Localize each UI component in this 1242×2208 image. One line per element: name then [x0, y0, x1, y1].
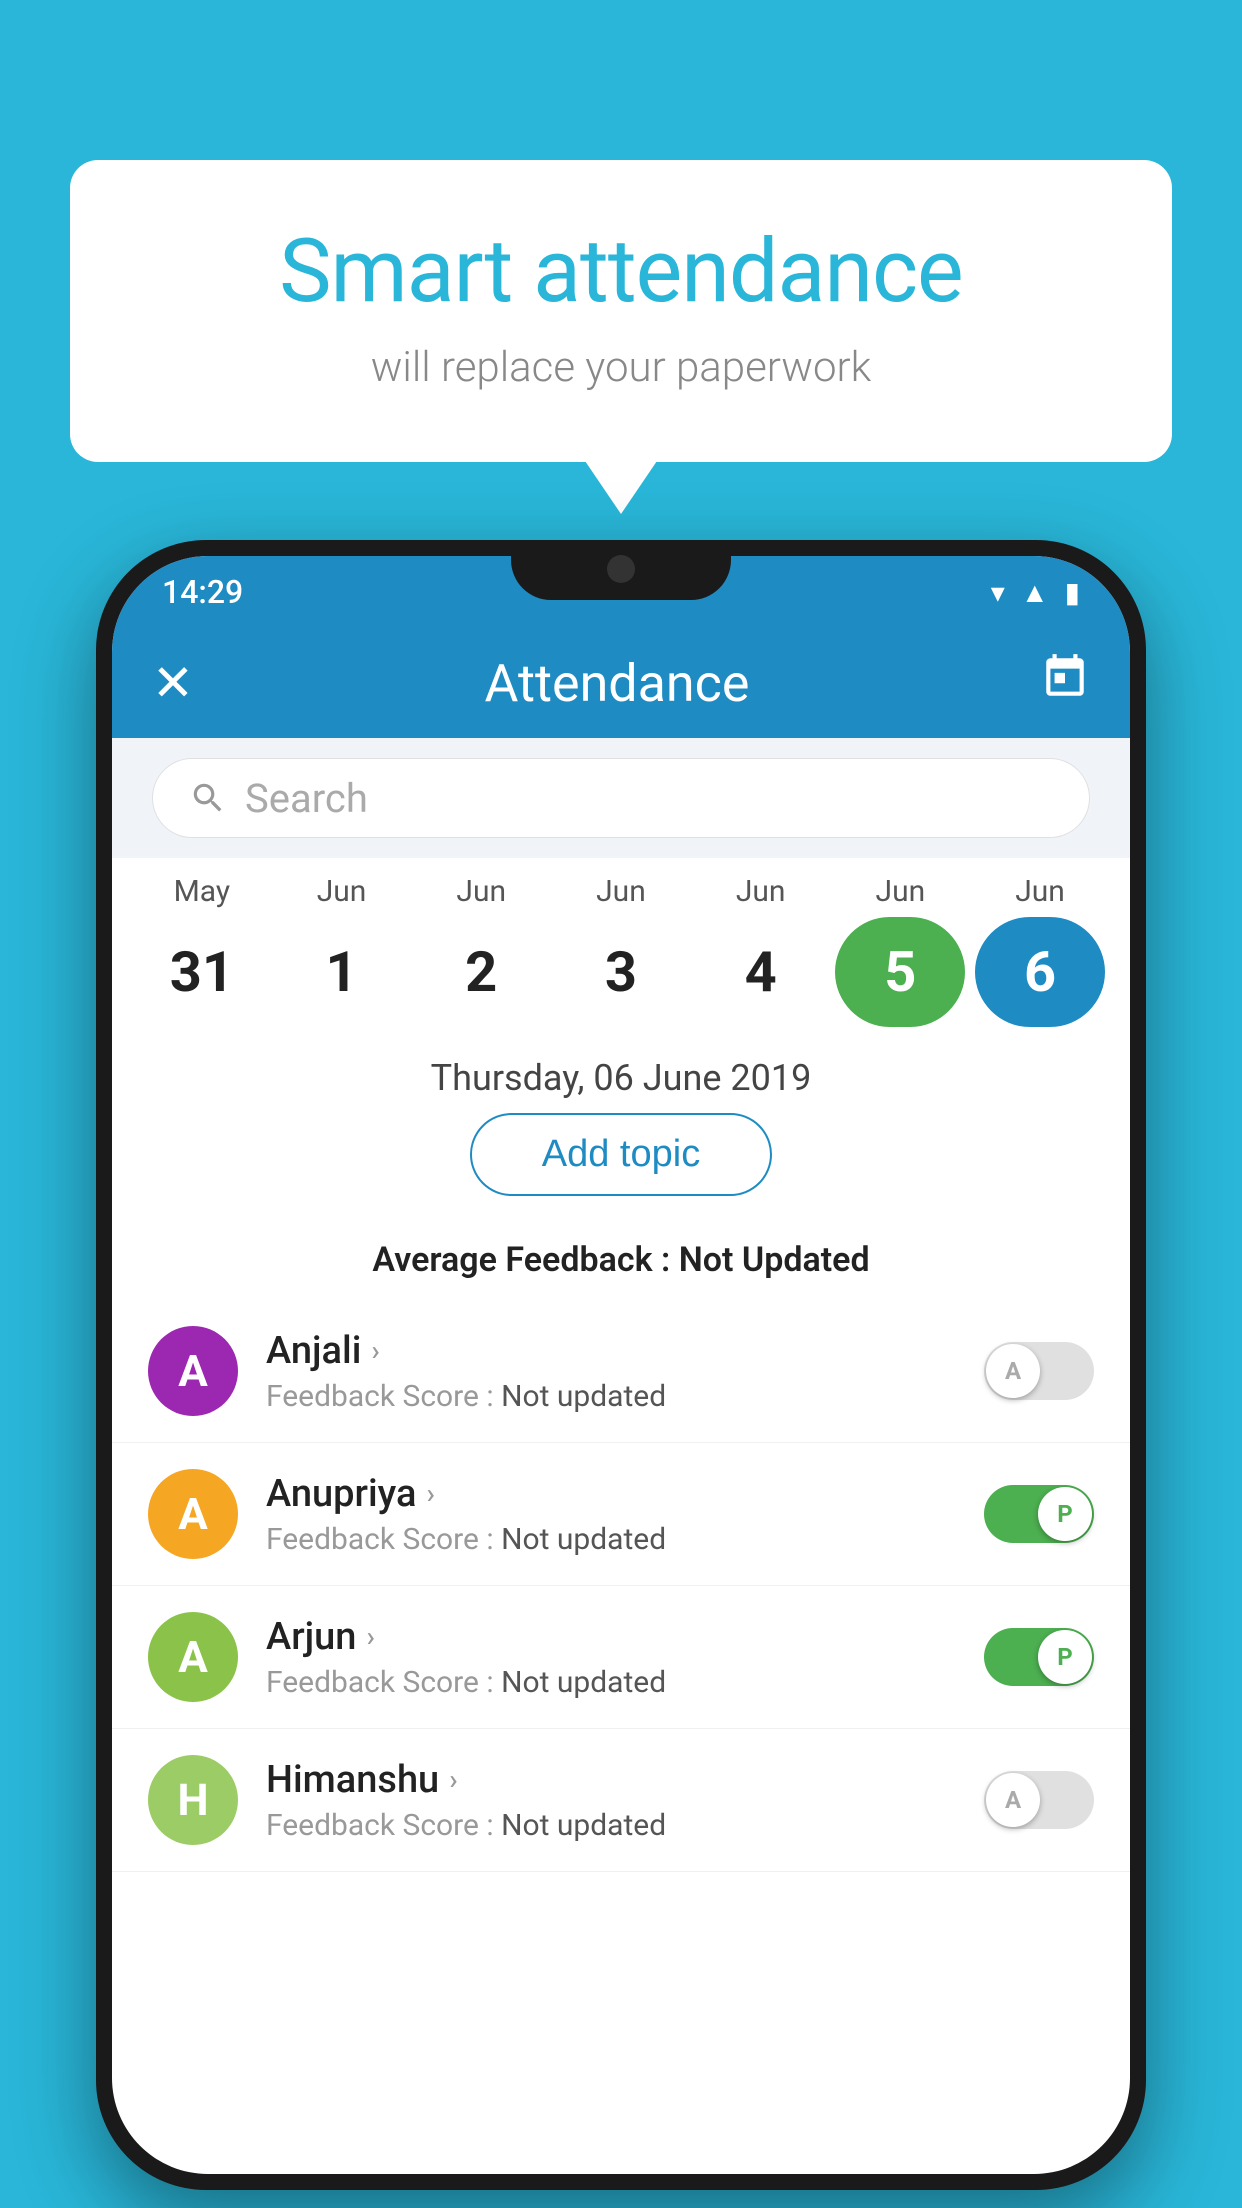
- app-bar: ✕ Attendance: [112, 628, 1130, 738]
- toggle-anjali[interactable]: A: [984, 1342, 1094, 1400]
- status-time: 14:29: [162, 573, 243, 611]
- student-info-anupriya: Anupriya › Feedback Score : Not updated: [266, 1472, 956, 1557]
- average-feedback: Average Feedback : Not Updated: [112, 1228, 1130, 1300]
- student-info-himanshu: Himanshu › Feedback Score : Not updated: [266, 1758, 956, 1843]
- search-text: Search: [245, 775, 1053, 822]
- chevron-anjali: ›: [371, 1334, 379, 1367]
- month-5: Jun: [835, 874, 965, 909]
- avg-feedback-value: Not Updated: [679, 1240, 870, 1280]
- feedback-value-anupriya: Not updated: [501, 1522, 666, 1557]
- month-2: Jun: [416, 874, 546, 909]
- chevron-himanshu: ›: [449, 1763, 457, 1796]
- cal-day-5[interactable]: 5: [835, 917, 965, 1027]
- month-4: Jun: [696, 874, 826, 909]
- month-3: Jun: [556, 874, 686, 909]
- avatar-arjun: A: [148, 1612, 238, 1702]
- student-item-anjali[interactable]: A Anjali › Feedback Score : Not updated …: [112, 1300, 1130, 1443]
- add-topic-button[interactable]: Add topic: [470, 1113, 772, 1196]
- month-1: Jun: [277, 874, 407, 909]
- student-item-arjun[interactable]: A Arjun › Feedback Score : Not updated P: [112, 1586, 1130, 1729]
- calendar-days: 31 1 2 3 4 5 6: [132, 917, 1110, 1027]
- toggle-arjun[interactable]: P: [984, 1628, 1094, 1686]
- close-icon[interactable]: ✕: [152, 654, 194, 713]
- student-feedback-arjun: Feedback Score : Not updated: [266, 1665, 956, 1700]
- toggle-knob-himanshu: A: [986, 1773, 1040, 1827]
- search-icon: [189, 779, 227, 817]
- student-feedback-anjali: Feedback Score : Not updated: [266, 1379, 956, 1414]
- cal-day-6[interactable]: 6: [975, 917, 1105, 1027]
- calendar-icon[interactable]: [1040, 652, 1090, 715]
- toggle-knob-anupriya: P: [1038, 1487, 1092, 1541]
- cal-day-1[interactable]: 1: [277, 917, 407, 1027]
- speech-bubble-container: Smart attendance will replace your paper…: [70, 160, 1172, 462]
- toggle-knob-anjali: A: [986, 1344, 1040, 1398]
- student-feedback-anupriya: Feedback Score : Not updated: [266, 1522, 956, 1557]
- student-info-arjun: Arjun › Feedback Score : Not updated: [266, 1615, 956, 1700]
- student-item-himanshu[interactable]: H Himanshu › Feedback Score : Not update…: [112, 1729, 1130, 1872]
- student-name-himanshu: Himanshu ›: [266, 1758, 956, 1802]
- cal-day-31[interactable]: 31: [137, 917, 267, 1027]
- app-bar-title: Attendance: [484, 653, 749, 714]
- cal-day-2[interactable]: 2: [416, 917, 546, 1027]
- search-bar[interactable]: Search: [152, 758, 1090, 838]
- student-info-anjali: Anjali › Feedback Score : Not updated: [266, 1329, 956, 1414]
- student-name-anjali: Anjali ›: [266, 1329, 956, 1373]
- cal-day-3[interactable]: 3: [556, 917, 686, 1027]
- wifi-icon: ▾: [991, 576, 1005, 609]
- student-list: A Anjali › Feedback Score : Not updated …: [112, 1300, 1130, 1872]
- student-item-anupriya[interactable]: A Anupriya › Feedback Score : Not update…: [112, 1443, 1130, 1586]
- chevron-anupriya: ›: [426, 1477, 434, 1510]
- avatar-anupriya: A: [148, 1469, 238, 1559]
- student-name-arjun: Arjun ›: [266, 1615, 956, 1659]
- phone-notch: [511, 540, 731, 600]
- bubble-title: Smart attendance: [150, 220, 1092, 323]
- selected-date-label: Thursday, 06 June 2019: [112, 1037, 1130, 1113]
- signal-icon: ▲: [1021, 576, 1049, 609]
- feedback-value-arjun: Not updated: [501, 1665, 666, 1700]
- avg-feedback-label: Average Feedback :: [372, 1240, 678, 1280]
- month-0: May: [137, 874, 267, 909]
- cal-day-4[interactable]: 4: [696, 917, 826, 1027]
- calendar-months: May Jun Jun Jun Jun Jun Jun: [132, 874, 1110, 909]
- status-icons: ▾ ▲ ▮: [991, 576, 1080, 609]
- calendar-strip: May Jun Jun Jun Jun Jun Jun 31 1 2 3 4 5…: [112, 858, 1130, 1037]
- avatar-anjali: A: [148, 1326, 238, 1416]
- feedback-value-anjali: Not updated: [501, 1379, 666, 1414]
- student-feedback-himanshu: Feedback Score : Not updated: [266, 1808, 956, 1843]
- phone-screen: 14:29 ▾ ▲ ▮ ✕ Attendance Search: [112, 556, 1130, 2174]
- bubble-subtitle: will replace your paperwork: [150, 343, 1092, 392]
- toggle-knob-arjun: P: [1038, 1630, 1092, 1684]
- toggle-himanshu[interactable]: A: [984, 1771, 1094, 1829]
- speech-bubble: Smart attendance will replace your paper…: [70, 160, 1172, 462]
- feedback-value-himanshu: Not updated: [501, 1808, 666, 1843]
- chevron-arjun: ›: [366, 1620, 374, 1653]
- student-name-anupriya: Anupriya ›: [266, 1472, 956, 1516]
- battery-icon: ▮: [1065, 576, 1080, 609]
- phone-camera: [607, 555, 635, 583]
- avatar-himanshu: H: [148, 1755, 238, 1845]
- month-6: Jun: [975, 874, 1105, 909]
- search-container: Search: [112, 738, 1130, 858]
- phone-frame: 14:29 ▾ ▲ ▮ ✕ Attendance Search: [96, 540, 1146, 2190]
- add-topic-section: Add topic: [112, 1113, 1130, 1228]
- toggle-anupriya[interactable]: P: [984, 1485, 1094, 1543]
